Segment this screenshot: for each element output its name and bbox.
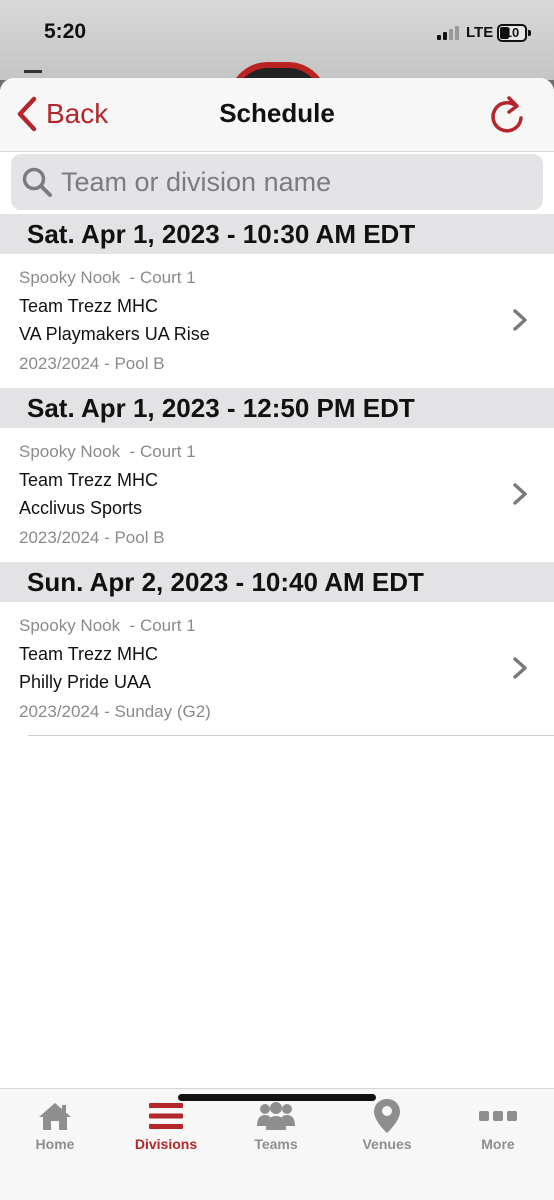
search-input[interactable] bbox=[61, 166, 521, 198]
away-team: Acclivus Sports bbox=[19, 498, 143, 518]
tab-more[interactable]: More bbox=[443, 1089, 553, 1169]
refresh-icon bbox=[491, 96, 523, 133]
away-team: Philly Pride UAA bbox=[19, 672, 152, 692]
map-pin-icon bbox=[374, 1099, 400, 1133]
tab-label: Divisions bbox=[134, 1136, 198, 1152]
home-team: Team Trezz MHC bbox=[19, 296, 159, 316]
refresh-button[interactable] bbox=[490, 94, 526, 139]
game-venue: Spooky Nook - Court 1 bbox=[19, 442, 196, 461]
background-menu-icon bbox=[24, 70, 42, 73]
date-header: Sat. Apr 1, 2023 - 10:30 AM EDT bbox=[0, 214, 554, 254]
back-button[interactable]: Back bbox=[16, 96, 108, 132]
game-division: 2023/2024 - Sunday (G2) bbox=[19, 702, 211, 721]
chevron-right-icon bbox=[513, 657, 527, 679]
house-icon bbox=[39, 1103, 71, 1130]
list-icon bbox=[149, 1103, 183, 1129]
battery-nub bbox=[528, 30, 531, 36]
tab-label: More bbox=[481, 1136, 515, 1152]
search-icon bbox=[22, 167, 52, 197]
tab-bar: Home Divisions Teams Venues More bbox=[0, 1088, 554, 1200]
people-icon bbox=[257, 1102, 295, 1130]
tab-label: Teams bbox=[254, 1136, 298, 1152]
tab-divisions[interactable]: Divisions bbox=[111, 1089, 221, 1169]
cellular-signal-icon bbox=[437, 26, 459, 40]
status-time: 5:20 bbox=[44, 20, 87, 43]
search-bar bbox=[11, 154, 543, 210]
home-team: Team Trezz MHC bbox=[19, 470, 159, 490]
game-row[interactable]: Spooky Nook - Court 1 Team Trezz MHC VA … bbox=[0, 254, 554, 388]
home-team: Team Trezz MHC bbox=[19, 644, 159, 664]
battery-level: 10 bbox=[504, 25, 520, 40]
date-header: Sun. Apr 2, 2023 - 10:40 AM EDT bbox=[0, 562, 554, 602]
tab-venues[interactable]: Venues bbox=[332, 1089, 442, 1169]
tab-teams[interactable]: Teams bbox=[221, 1089, 331, 1169]
tab-label: Home bbox=[35, 1136, 75, 1152]
back-label: Back bbox=[46, 98, 109, 129]
game-venue: Spooky Nook - Court 1 bbox=[19, 268, 196, 287]
tab-home[interactable]: Home bbox=[0, 1089, 110, 1169]
schedule-sheet: Back Schedule Sat. Apr 1, 2023 - 10:30 A… bbox=[0, 78, 554, 1200]
game-venue: Spooky Nook - Court 1 bbox=[19, 616, 196, 635]
battery-icon: 10 bbox=[497, 24, 527, 42]
chevron-right-icon bbox=[513, 309, 527, 331]
chevron-left-icon bbox=[17, 96, 37, 132]
row-divider bbox=[28, 735, 554, 736]
search-container bbox=[0, 152, 554, 214]
home-indicator[interactable] bbox=[178, 1094, 376, 1101]
game-row[interactable]: Spooky Nook - Court 1 Team Trezz MHC Phi… bbox=[0, 602, 554, 736]
navigation-bar: Back Schedule bbox=[0, 78, 554, 152]
away-team: VA Playmakers UA Rise bbox=[19, 324, 210, 344]
tab-label: Venues bbox=[362, 1136, 412, 1152]
network-type: LTE bbox=[466, 24, 494, 41]
game-division: 2023/2024 - Pool B bbox=[19, 354, 165, 373]
game-division: 2023/2024 - Pool B bbox=[19, 528, 165, 547]
date-header: Sat. Apr 1, 2023 - 12:50 PM EDT bbox=[0, 388, 554, 428]
chevron-right-icon bbox=[513, 483, 527, 505]
game-row[interactable]: Spooky Nook - Court 1 Team Trezz MHC Acc… bbox=[0, 428, 554, 562]
more-dots-icon bbox=[479, 1111, 517, 1121]
